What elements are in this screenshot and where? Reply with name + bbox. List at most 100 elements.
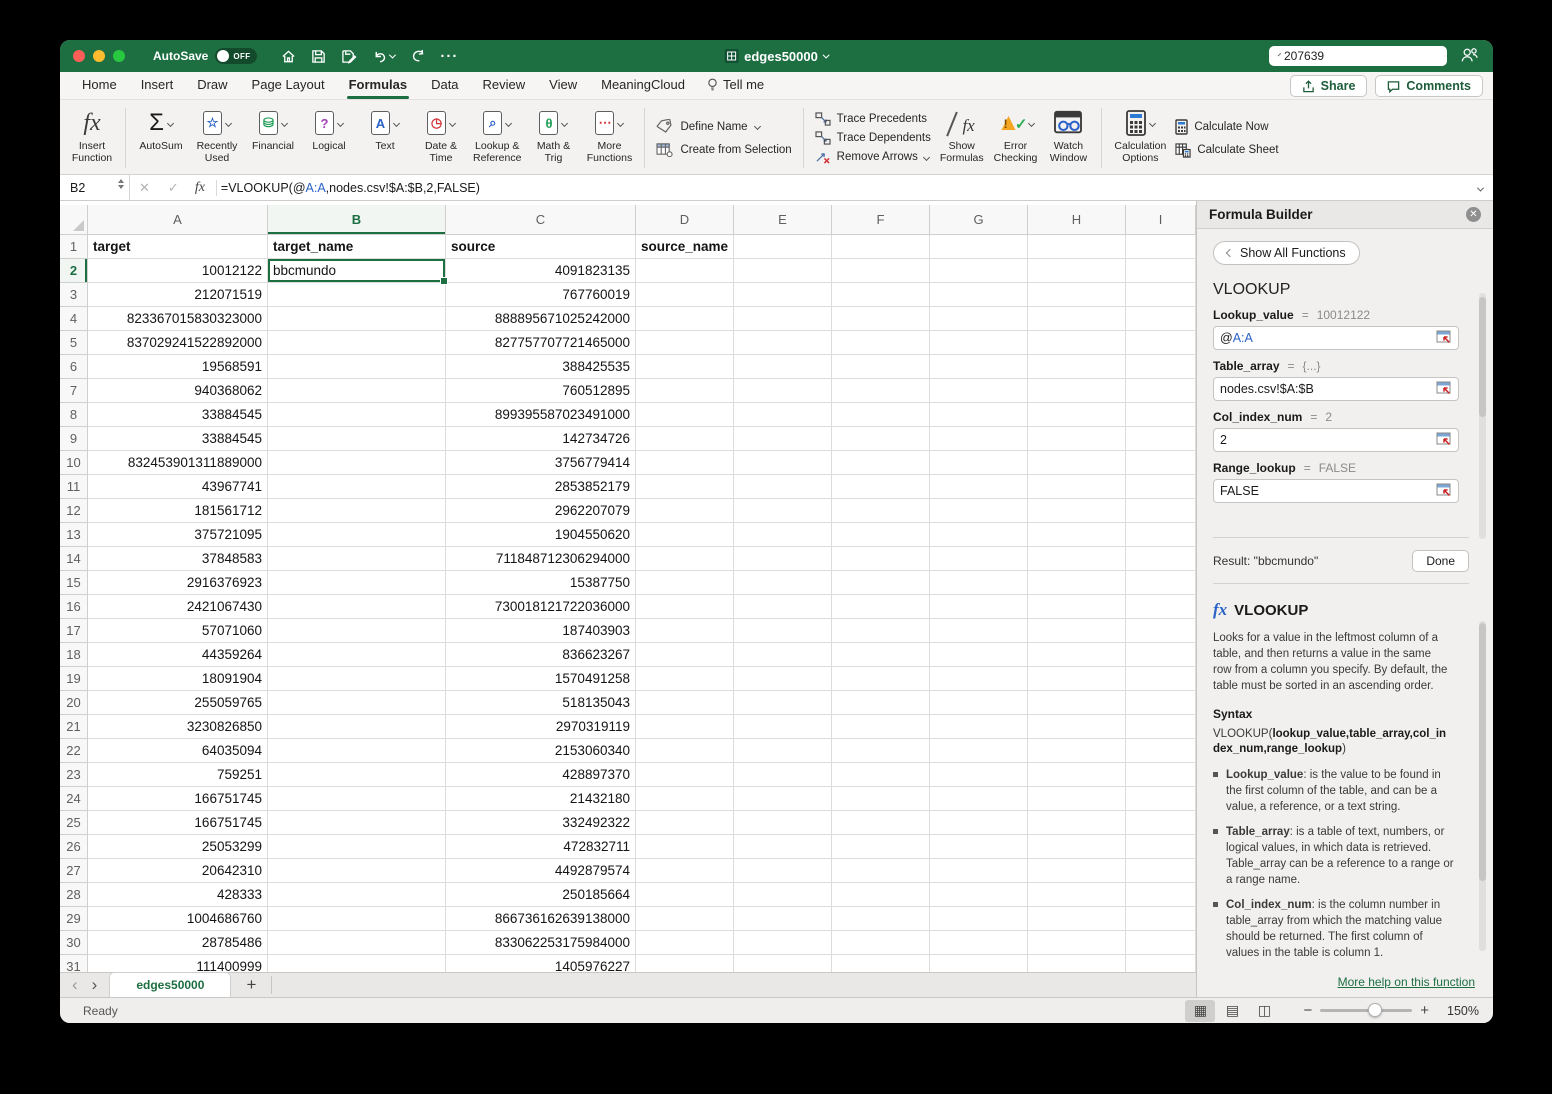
builder-input-lookup-value[interactable]: @A:A: [1213, 326, 1459, 350]
cell-A9[interactable]: 33884545: [88, 427, 268, 451]
cell-H15[interactable]: [1028, 571, 1126, 595]
cell-I10[interactable]: [1126, 451, 1196, 475]
cell-B4[interactable]: [268, 307, 446, 331]
cell-H18[interactable]: [1028, 643, 1126, 667]
cell-B15[interactable]: [268, 571, 446, 595]
close-button[interactable]: [73, 50, 85, 62]
cell-A10[interactable]: 832453901311889000: [88, 451, 268, 475]
cell-D30[interactable]: [636, 931, 734, 955]
cell-E16[interactable]: [734, 595, 832, 619]
cell-C14[interactable]: 711848712306294000: [446, 547, 636, 571]
cell-F15[interactable]: [832, 571, 930, 595]
cell-A16[interactable]: 2421067430: [88, 595, 268, 619]
cell-C21[interactable]: 2970319119: [446, 715, 636, 739]
cell-I7[interactable]: [1126, 379, 1196, 403]
cell-D18[interactable]: [636, 643, 734, 667]
cell-G18[interactable]: [930, 643, 1028, 667]
cell-C6[interactable]: 388425535: [446, 355, 636, 379]
cell-H27[interactable]: [1028, 859, 1126, 883]
menu-tab-formulas[interactable]: Formulas: [337, 72, 420, 99]
cell-A28[interactable]: 428333: [88, 883, 268, 907]
col-header-D[interactable]: D: [636, 205, 734, 235]
cell-G25[interactable]: [930, 811, 1028, 835]
cell-H20[interactable]: [1028, 691, 1126, 715]
col-header-A[interactable]: A: [88, 205, 268, 235]
cell-B2[interactable]: bbcmundo: [268, 259, 446, 283]
cell-B29[interactable]: [268, 907, 446, 931]
fullscreen-button[interactable]: [113, 50, 125, 62]
cell-B9[interactable]: [268, 427, 446, 451]
cell-E15[interactable]: [734, 571, 832, 595]
cell-F28[interactable]: [832, 883, 930, 907]
cell-E27[interactable]: [734, 859, 832, 883]
cell-G6[interactable]: [930, 355, 1028, 379]
range-selector-icon[interactable]: [1436, 483, 1452, 500]
menu-tab-home[interactable]: Home: [70, 72, 129, 99]
cell-C4[interactable]: 888895671025242000: [446, 307, 636, 331]
cell-B21[interactable]: [268, 715, 446, 739]
cell-I20[interactable]: [1126, 691, 1196, 715]
ribbon-category-autosum[interactable]: ΣAutoSum: [133, 104, 189, 172]
cell-I22[interactable]: [1126, 739, 1196, 763]
cell-D9[interactable]: [636, 427, 734, 451]
cell-F27[interactable]: [832, 859, 930, 883]
cell-G5[interactable]: [930, 331, 1028, 355]
cell-A7[interactable]: 940368062: [88, 379, 268, 403]
cell-I16[interactable]: [1126, 595, 1196, 619]
menu-tab-data[interactable]: Data: [419, 72, 470, 99]
menu-tab-meaningcloud[interactable]: MeaningCloud: [589, 72, 697, 99]
cell-D10[interactable]: [636, 451, 734, 475]
cell-I31[interactable]: [1126, 955, 1196, 972]
cell-I14[interactable]: [1126, 547, 1196, 571]
row-header-17[interactable]: 17: [60, 619, 88, 643]
cell-A19[interactable]: 18091904: [88, 667, 268, 691]
ribbon-category-recently-used[interactable]: ☆RecentlyUsed: [189, 104, 245, 172]
cell-D17[interactable]: [636, 619, 734, 643]
cell-E11[interactable]: [734, 475, 832, 499]
cell-F10[interactable]: [832, 451, 930, 475]
cell-B22[interactable]: [268, 739, 446, 763]
cell-F18[interactable]: [832, 643, 930, 667]
cell-D25[interactable]: [636, 811, 734, 835]
cell-C8[interactable]: 899395587023491000: [446, 403, 636, 427]
show-all-functions-button[interactable]: Show All Functions: [1213, 241, 1360, 265]
cell-H12[interactable]: [1028, 499, 1126, 523]
cell-H9[interactable]: [1028, 427, 1126, 451]
cell-C24[interactable]: 21432180: [446, 787, 636, 811]
cell-E7[interactable]: [734, 379, 832, 403]
cell-I19[interactable]: [1126, 667, 1196, 691]
cell-C13[interactable]: 1904550620: [446, 523, 636, 547]
cell-I5[interactable]: [1126, 331, 1196, 355]
cell-D24[interactable]: [636, 787, 734, 811]
cell-E1[interactable]: [734, 235, 832, 259]
cell-G16[interactable]: [930, 595, 1028, 619]
ribbon-category-lookup-reference[interactable]: ⌕Lookup &Reference: [469, 104, 525, 172]
cell-I27[interactable]: [1126, 859, 1196, 883]
cell-E2[interactable]: [734, 259, 832, 283]
cell-F11[interactable]: [832, 475, 930, 499]
cell-D23[interactable]: [636, 763, 734, 787]
minimize-button[interactable]: [93, 50, 105, 62]
undo-dropdown-chevron[interactable]: [389, 51, 396, 58]
cell-E6[interactable]: [734, 355, 832, 379]
cell-E21[interactable]: [734, 715, 832, 739]
create-from-selection-button[interactable]: Create from Selection: [656, 143, 791, 157]
home-icon[interactable]: [281, 49, 296, 64]
row-header-1[interactable]: 1: [60, 235, 88, 259]
cell-A21[interactable]: 3230826850: [88, 715, 268, 739]
page-break-view-button[interactable]: ◫: [1249, 1000, 1279, 1022]
row-header-9[interactable]: 9: [60, 427, 88, 451]
normal-view-button[interactable]: ▦: [1185, 1000, 1215, 1022]
cell-A13[interactable]: 375721095: [88, 523, 268, 547]
cell-E25[interactable]: [734, 811, 832, 835]
doc-title-chevron[interactable]: [823, 51, 830, 58]
cell-G13[interactable]: [930, 523, 1028, 547]
cell-F14[interactable]: [832, 547, 930, 571]
cell-H2[interactable]: [1028, 259, 1126, 283]
cell-H11[interactable]: [1028, 475, 1126, 499]
menu-tab-insert[interactable]: Insert: [129, 72, 186, 99]
zoom-slider[interactable]: [1320, 1009, 1412, 1012]
ribbon-category-more-functions[interactable]: ⋯MoreFunctions: [581, 104, 637, 172]
menu-tab-page-layout[interactable]: Page Layout: [240, 72, 337, 99]
cell-B14[interactable]: [268, 547, 446, 571]
